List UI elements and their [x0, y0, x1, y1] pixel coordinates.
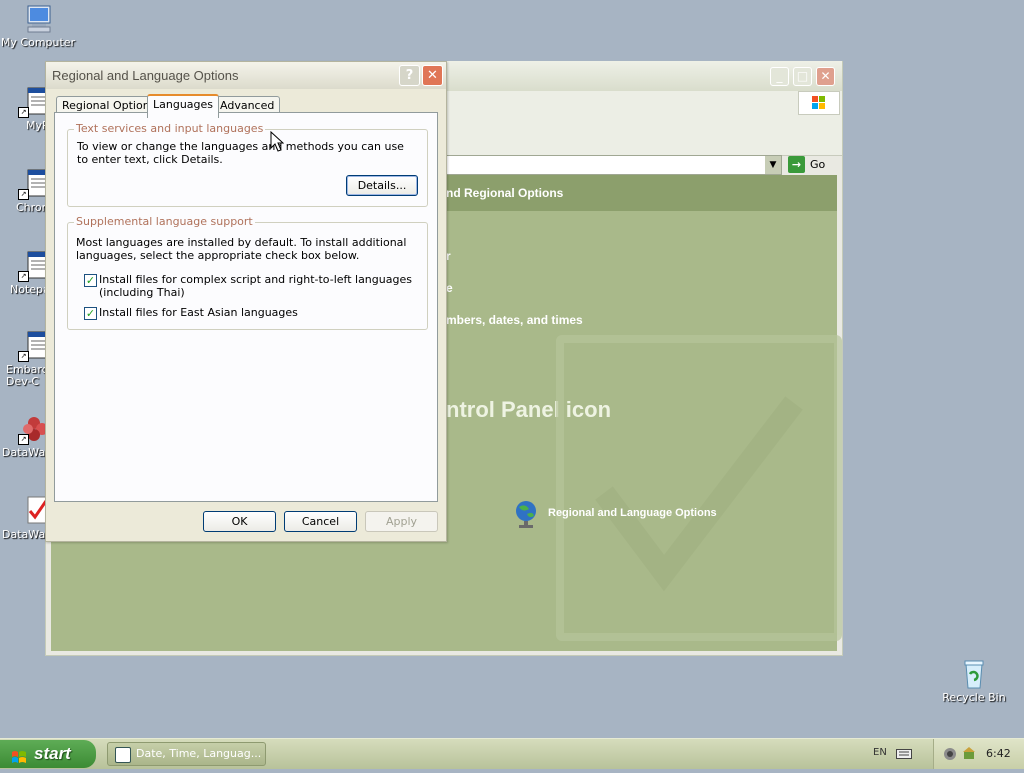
control-panel-icon [115, 747, 131, 763]
text-services-group: Text services and input languages To vie… [67, 122, 428, 207]
apply-button[interactable]: Apply [365, 511, 438, 532]
shortcut-arrow-icon: ↗ [18, 107, 29, 118]
supplemental-caption: Supplemental language support [74, 215, 255, 228]
desktop-icon-label: Recycle Bin [942, 691, 1006, 704]
tab-label: Regional Options [62, 99, 156, 112]
details-button-label: Details... [357, 179, 407, 192]
cancel-button-label: Cancel [301, 515, 340, 528]
complex-script-checkbox[interactable]: ✓ [84, 274, 97, 287]
shortcut-arrow-icon: ↗ [18, 271, 29, 282]
close-button[interactable]: ✕ [422, 65, 443, 86]
desktop-icon-label: My Computer [0, 36, 76, 49]
mouse-cursor-icon [270, 130, 285, 156]
details-button[interactable]: Details... [346, 175, 418, 196]
windows-flag-icon [11, 746, 27, 763]
go-arrow-icon: → [788, 156, 805, 173]
languages-tab-panel: Text services and input languages To vie… [54, 112, 438, 502]
task-link-numbers-dates-times[interactable]: mbers, dates, and times [446, 313, 583, 327]
start-button[interactable]: start [0, 740, 96, 768]
desktop-icon-recycle-bin[interactable]: Recycle Bin [936, 658, 1012, 704]
help-icon: ? [405, 68, 414, 83]
dialog-title: Regional and Language Options [52, 68, 239, 83]
system-tray: 6:42 [933, 739, 1024, 769]
text-services-caption: Text services and input languages [74, 122, 266, 135]
watermark-checkmark-icon [556, 335, 842, 641]
clock[interactable]: 6:42 [986, 747, 1011, 760]
close-icon: ✕ [427, 68, 438, 83]
text-services-description: To view or change the languages and meth… [77, 140, 404, 166]
regional-language-options-dialog: Regional and Language Options ? ✕ Region… [45, 61, 447, 542]
cancel-button[interactable]: Cancel [284, 511, 357, 532]
east-asian-checkbox[interactable]: ✓ [84, 307, 97, 320]
ok-button-label: OK [231, 515, 248, 528]
address-bar[interactable]: ▼ [446, 155, 782, 175]
taskbar-item-label: Date, Time, Languag... [136, 747, 262, 760]
desktop-icon-my-computer[interactable]: My Computer [0, 3, 76, 49]
taskbar-item-date-time-language[interactable]: Date, Time, Languag... [107, 742, 266, 766]
complex-script-label[interactable]: Install files for complex script and rig… [99, 273, 421, 299]
chevron-down-icon[interactable]: ▼ [765, 156, 781, 174]
computer-icon [22, 3, 54, 35]
taskbar: start Date, Time, Languag... EN 6:42 [0, 738, 1024, 769]
globe-icon [513, 499, 539, 532]
language-indicator[interactable]: EN [873, 747, 887, 758]
network-icon[interactable] [942, 746, 958, 765]
recycle-bin-icon [958, 658, 990, 690]
help-button[interactable]: ? [399, 65, 420, 86]
tab-label: Advanced [220, 99, 275, 112]
apply-button-label: Apply [385, 515, 418, 528]
safely-remove-hardware-icon[interactable] [961, 746, 977, 765]
east-asian-label[interactable]: Install files for East Asian languages [99, 306, 421, 319]
tab-languages[interactable]: Languages [147, 94, 220, 118]
start-label: start [34, 744, 71, 763]
task-link-fragment[interactable]: e [446, 281, 453, 295]
supplemental-description: Most languages are installed by default.… [76, 236, 407, 262]
regional-language-options-label: Regional and Language Options [548, 507, 717, 519]
ok-button[interactable]: OK [203, 511, 276, 532]
close-button[interactable]: ✕ [816, 67, 835, 86]
maximize-button[interactable]: □ [793, 67, 812, 86]
shortcut-arrow-icon: ↗ [18, 351, 29, 362]
tab-label: Languages [153, 98, 214, 111]
shortcut-arrow-icon: ↗ [18, 434, 29, 445]
minimize-button[interactable]: _ [770, 67, 789, 86]
category-header-title: nd Regional Options [446, 186, 564, 200]
go-label: Go [810, 158, 826, 171]
shortcut-arrow-icon: ↗ [18, 189, 29, 200]
windows-logo-icon [798, 91, 840, 115]
supplemental-language-group: Supplemental language support Most langu… [67, 215, 428, 330]
dialog-titlebar: Regional and Language Options ? ✕ [46, 62, 446, 89]
keyboard-icon[interactable] [896, 747, 912, 762]
go-button[interactable]: → Go [786, 155, 836, 175]
